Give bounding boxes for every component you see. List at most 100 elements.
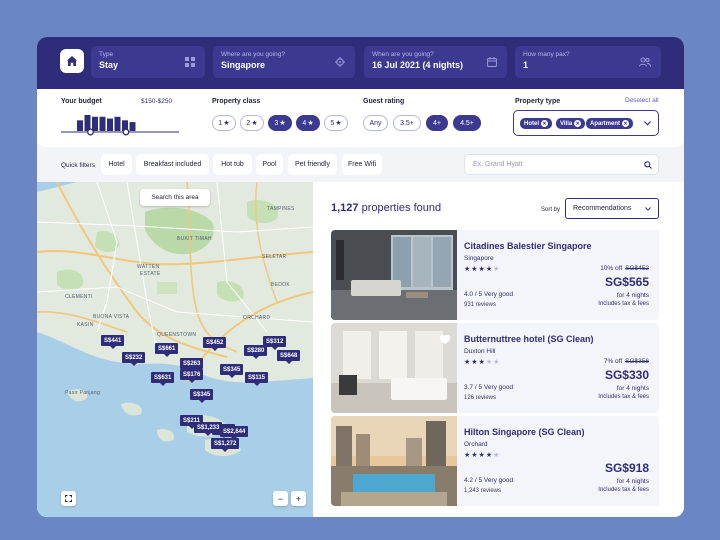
home-icon bbox=[67, 56, 77, 66]
guest-rating-label: Guest rating bbox=[363, 98, 405, 105]
histogram-bar bbox=[114, 116, 121, 131]
histogram-bar bbox=[77, 120, 83, 131]
nights-note: for 4 nights bbox=[616, 478, 649, 485]
map-label: TAMPINES bbox=[267, 206, 295, 212]
quick-filter-hot-tub[interactable]: Hot tub bbox=[213, 154, 252, 175]
class-chip-4[interactable]: 4 ★ bbox=[296, 115, 320, 131]
map-price-pin[interactable]: S$115 bbox=[245, 372, 269, 386]
map-price-pin[interactable]: S$631 bbox=[151, 372, 175, 386]
grid-icon bbox=[185, 57, 195, 67]
zoom-out-button[interactable]: − bbox=[273, 491, 288, 506]
remove-icon[interactable]: ✕ bbox=[574, 120, 582, 127]
hotel-area: Duxton Hill bbox=[464, 348, 496, 355]
filter-panel: Your budget $150-$250 Property class 1 ★ … bbox=[37, 89, 684, 147]
destination-field[interactable]: Where are you going? Singapore bbox=[213, 46, 355, 78]
map-view[interactable]: BUKIT TIMAH WATTEN ESTATE CLEMENTI KASIN… bbox=[37, 182, 313, 517]
hotel-name[interactable]: Hilton Singapore (SG Clean) bbox=[464, 427, 585, 437]
class-chip-5[interactable]: 5 ★ bbox=[324, 115, 348, 131]
hotel-price: SG$330 bbox=[604, 368, 649, 382]
remove-icon[interactable]: ✕ bbox=[622, 120, 630, 127]
quick-filters-bar: Quick filters Hotel Breakfast included H… bbox=[37, 151, 684, 181]
sort-label: Sort by bbox=[541, 207, 561, 213]
map-price-pin[interactable]: S$1,233 bbox=[194, 422, 223, 436]
property-type-select[interactable]: Hotel ✕ Villa ✕ Apartment ✕ bbox=[513, 110, 659, 136]
star-icon: ★ bbox=[223, 120, 230, 127]
deselect-all-link[interactable]: Deselect all bbox=[625, 97, 659, 104]
map-price-pin[interactable]: S$345 bbox=[190, 389, 214, 403]
discount: 10% off SG$452 bbox=[600, 265, 649, 272]
users-icon bbox=[639, 57, 651, 67]
hotel-search-input[interactable]: Ex. Grand Hyatt bbox=[464, 154, 659, 175]
dates-label: When are you going? bbox=[372, 51, 434, 58]
map-price-pin[interactable]: S$1,272 bbox=[211, 438, 240, 452]
quick-filter-pet-friendly[interactable]: Pet friendly bbox=[288, 154, 337, 175]
tag-hotel: Hotel ✕ bbox=[520, 118, 552, 129]
dates-field[interactable]: When are you going? 16 Jul 2021 (4 night… bbox=[364, 46, 507, 78]
target-icon bbox=[335, 57, 345, 67]
rating-chip-4[interactable]: 4+ bbox=[426, 115, 448, 131]
histogram-bar bbox=[107, 118, 113, 131]
map-price-pin[interactable]: S$263 bbox=[180, 358, 204, 372]
tax-note: Includes tax & fees bbox=[598, 487, 649, 493]
nights-note: for 4 nights bbox=[616, 292, 649, 299]
hotel-price: SG$565 bbox=[604, 275, 649, 289]
hotel-card[interactable]: Butternuttree hotel (SG Clean) Duxton Hi… bbox=[331, 323, 659, 413]
map-price-pin[interactable]: S$441 bbox=[101, 335, 125, 349]
search-this-area-button[interactable]: Search this area bbox=[140, 189, 210, 206]
hotel-name[interactable]: Butternuttree hotel (SG Clean) bbox=[464, 334, 594, 344]
hotel-name[interactable]: Citadines Balestier Singapore bbox=[464, 241, 592, 251]
budget-slider[interactable] bbox=[61, 111, 179, 137]
pax-field[interactable]: How many pax? 1 bbox=[515, 46, 661, 78]
histogram-bar bbox=[84, 115, 91, 131]
class-chip-1[interactable]: 1 ★ bbox=[212, 115, 236, 131]
discount: 7% off SG$356 bbox=[603, 358, 649, 365]
results-count: 1,127 properties found bbox=[331, 202, 442, 214]
hotel-card[interactable]: Hilton Singapore (SG Clean) Orchard ★★★★… bbox=[331, 416, 659, 506]
quick-filter-breakfast[interactable]: Breakfast included bbox=[136, 154, 209, 175]
map-price-pin[interactable]: S$452 bbox=[203, 337, 227, 351]
quick-filter-pool[interactable]: Pool bbox=[256, 154, 283, 175]
search-icon[interactable] bbox=[644, 161, 652, 169]
sort-select[interactable]: Recommendations bbox=[565, 198, 659, 219]
star-icon: ★ bbox=[279, 120, 286, 127]
map-price-pin[interactable]: S$661 bbox=[155, 343, 179, 357]
chevron-down-icon bbox=[644, 121, 651, 126]
quick-filter-free-wifi[interactable]: Free Wifi bbox=[342, 154, 382, 175]
hotel-area: Orchard bbox=[464, 441, 488, 448]
map-price-pin[interactable]: S$2,644 bbox=[220, 426, 249, 440]
budget-label: Your budget bbox=[61, 98, 102, 105]
rating-chip-4-5[interactable]: 4.5+ bbox=[453, 115, 481, 131]
pax-value: 1 bbox=[523, 60, 529, 70]
map-price-pin[interactable]: S$345 bbox=[220, 364, 244, 378]
fullscreen-button[interactable] bbox=[61, 491, 76, 506]
class-chip-3[interactable]: 3 ★ bbox=[268, 115, 292, 131]
quick-filter-hotel[interactable]: Hotel bbox=[101, 154, 132, 175]
hotel-card[interactable]: Citadines Balestier Singapore Singapore … bbox=[331, 230, 659, 320]
zoom-in-button[interactable]: + bbox=[291, 491, 306, 506]
remove-icon[interactable]: ✕ bbox=[541, 120, 548, 127]
rating-chip-3-5[interactable]: 3.5+ bbox=[393, 115, 421, 131]
slider-handle-max[interactable] bbox=[122, 128, 130, 136]
class-chip-2[interactable]: 2 ★ bbox=[240, 115, 264, 131]
star-icon: ★ bbox=[307, 120, 314, 127]
destination-label: Where are you going? bbox=[221, 51, 285, 58]
type-field[interactable]: Type Stay bbox=[91, 46, 205, 78]
map-price-pin[interactable]: S$176 bbox=[180, 369, 204, 383]
star-rating: ★★★★★ bbox=[464, 266, 501, 273]
fullscreen-icon bbox=[65, 495, 72, 502]
slider-handle-min[interactable] bbox=[87, 128, 94, 136]
tax-note: Includes tax & fees bbox=[598, 394, 649, 400]
map-price-pin[interactable]: S$232 bbox=[122, 352, 146, 366]
map-price-pin[interactable]: S$280 bbox=[244, 345, 268, 359]
guest-rating: 4.0 / 5 Very good bbox=[464, 291, 514, 298]
star-rating: ★★★★★ bbox=[464, 452, 501, 459]
map-label: Pasir Panjang bbox=[65, 390, 101, 396]
hotel-area: Singapore bbox=[464, 255, 494, 262]
budget-range: $150-$250 bbox=[141, 98, 173, 105]
rating-chip-any[interactable]: Any bbox=[363, 115, 388, 131]
review-count: 1,243 reviews bbox=[464, 488, 502, 494]
type-value: Stay bbox=[99, 60, 119, 70]
heart-icon[interactable] bbox=[439, 333, 451, 345]
map-price-pin[interactable]: S$648 bbox=[277, 350, 301, 364]
home-button[interactable] bbox=[60, 49, 84, 73]
